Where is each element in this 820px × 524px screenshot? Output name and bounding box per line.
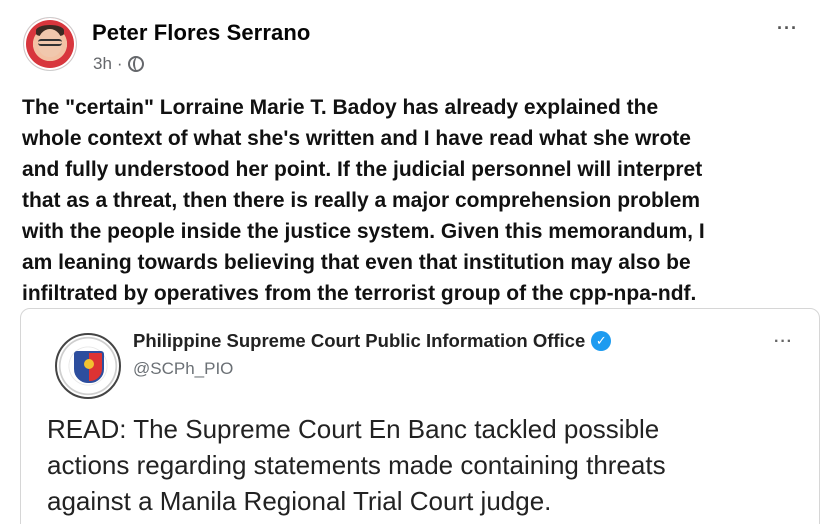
shared-tweet-text: READ: The Supreme Court En Banc tackled … [47,411,807,519]
avatar-glasses [38,39,62,46]
seal-sun [84,359,94,369]
card-more-icon[interactable]: ··· [774,333,793,351]
post-time[interactable]: 3h [93,54,112,74]
post-text: The "certain" Lorraine Marie T. Badoy ha… [22,92,804,309]
author-name[interactable]: Peter Flores Serrano [92,20,310,46]
tweet-text-line: actions regarding statements made contai… [47,450,666,480]
tweet-text-line: READ: The Supreme Court En Banc tackled … [47,414,660,444]
post-text-line: with the people inside the justice syste… [22,220,705,243]
post-meta: 3h · [93,54,144,74]
shared-author-name[interactable]: Philippine Supreme Court Public Informat… [133,330,612,352]
verified-icon: ✓ [591,331,612,351]
seal-icon[interactable] [55,333,121,399]
avatar[interactable] [24,18,76,70]
facebook-post: Peter Flores Serrano 3h · ··· The "certa… [0,0,820,524]
meta-separator: · [116,54,123,73]
post-text-line: that as a threat, then there is really a… [22,189,701,212]
post-text-line: am leaning towards believing that even t… [22,251,691,274]
globe-icon[interactable] [127,56,144,72]
shared-handle[interactable]: @SCPh_PIO [133,359,233,379]
post-text-line: infiltrated by operatives from the terro… [22,282,697,305]
shared-author-label: Philippine Supreme Court Public Informat… [133,330,586,351]
shared-tweet-card[interactable]: Philippine Supreme Court Public Informat… [20,308,820,524]
post-text-line: The "certain" Lorraine Marie T. Badoy ha… [22,96,659,119]
more-icon[interactable]: ··· [777,18,798,39]
tweet-text-line: against a Manila Regional Trial Court ju… [47,486,552,516]
post-text-line: and fully understood her point. If the j… [22,158,703,181]
post-text-line: whole context of what she's written and … [22,127,691,150]
